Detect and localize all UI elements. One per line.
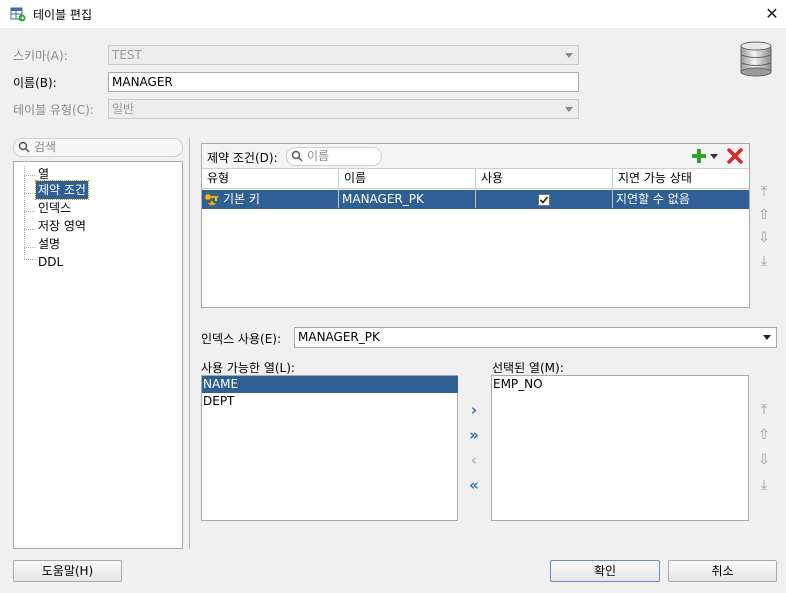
chevron-down-icon — [565, 107, 573, 112]
available-columns-label: 사용 가능한 열(L): — [201, 361, 295, 375]
chevron-down-icon — [565, 53, 573, 58]
constraints-panel: 제약 조건(D): 이름 유형 이름 사용 지연 가능 상태 기본 키 MANA… — [201, 143, 750, 308]
index-value: MANAGER_PK — [298, 330, 380, 344]
selected-columns-label: 선택된 열(M): — [492, 361, 564, 375]
move-top-icon[interactable]: ⤒ — [755, 183, 773, 201]
nav-item-constraints[interactable]: 제약 조건 — [35, 180, 89, 200]
move-down-icon[interactable]: ⇩ — [755, 451, 773, 469]
move-bottom-icon[interactable]: ⤓ — [755, 476, 773, 494]
nav-search-input[interactable]: 검색 — [13, 138, 183, 157]
col-header-name[interactable]: 이름 — [339, 169, 476, 187]
nav-tree: 열 제약 조건 인덱스 저장 영역 설명 DDL — [13, 161, 183, 549]
schema-select: TEST — [108, 45, 579, 65]
search-icon — [291, 150, 303, 162]
move-top-icon[interactable]: ⤒ — [755, 401, 773, 419]
nav-item-indexes[interactable]: 인덱스 — [36, 199, 73, 217]
constraints-label: 제약 조건(D): — [207, 151, 278, 165]
schema-value: TEST — [112, 48, 142, 62]
table-row[interactable]: 기본 키 MANAGER_PK 지연할 수 없음 — [202, 190, 749, 209]
search-icon — [18, 141, 30, 153]
col-header-enabled[interactable]: 사용 — [476, 169, 613, 187]
cell-enabled — [476, 190, 613, 208]
cell-deferrable: 지연할 수 없음 — [616, 192, 690, 206]
remove-one-button[interactable]: ‹ — [464, 451, 484, 469]
nav-item-ddl[interactable]: DDL — [36, 253, 65, 271]
window-title: 테이블 편집 — [33, 8, 93, 22]
list-item[interactable]: NAME — [202, 376, 458, 393]
index-label: 인덱스 사용(E): — [201, 332, 282, 346]
available-columns-list: NAME DEPT — [201, 375, 458, 521]
schema-label: 스키마(A): — [13, 49, 68, 63]
table-edit-icon — [10, 7, 26, 22]
chevron-down-icon — [763, 335, 771, 340]
table-type-value: 일반 — [112, 102, 135, 116]
nav-item-storage[interactable]: 저장 영역 — [36, 217, 88, 235]
constraints-table-header: 유형 이름 사용 지연 가능 상태 — [202, 169, 749, 189]
col-header-type[interactable]: 유형 — [202, 169, 339, 187]
remove-all-button[interactable]: « — [464, 476, 484, 494]
help-button[interactable]: 도움말(H) — [13, 560, 122, 582]
check-icon — [539, 196, 549, 204]
cell-name: MANAGER_PK — [339, 190, 476, 208]
selected-columns-list: EMP_NO — [491, 375, 749, 521]
move-down-icon[interactable]: ⇩ — [755, 229, 773, 247]
primary-key-icon — [204, 193, 219, 206]
move-bottom-icon[interactable]: ⤓ — [755, 252, 773, 270]
cell-type: 기본 키 — [220, 190, 339, 208]
move-up-icon[interactable]: ⇧ — [755, 206, 773, 224]
add-icon[interactable] — [691, 148, 707, 164]
table-type-select: 일반 — [108, 99, 579, 119]
add-all-button[interactable]: » — [464, 426, 484, 444]
title-bar — [0, 0, 786, 28]
splitter[interactable] — [189, 138, 190, 549]
nav-item-comment[interactable]: 설명 — [36, 235, 62, 253]
index-select[interactable]: MANAGER_PK — [294, 327, 777, 348]
cancel-button[interactable]: 취소 — [668, 560, 777, 582]
database-icon — [740, 41, 772, 77]
constraints-toolbar — [202, 144, 749, 169]
list-item[interactable]: DEPT — [202, 393, 458, 410]
table-type-label: 테이블 유형(C): — [13, 103, 94, 117]
add-one-button[interactable]: › — [464, 401, 484, 419]
delete-icon[interactable] — [727, 148, 743, 164]
ok-button[interactable]: 확인 — [550, 560, 660, 582]
enabled-checkbox[interactable] — [538, 194, 550, 206]
close-button[interactable]: ✕ — [762, 4, 782, 24]
col-header-deferrable[interactable]: 지연 가능 상태 — [613, 169, 749, 187]
move-up-icon[interactable]: ⇧ — [755, 426, 773, 444]
name-input[interactable]: MANAGER — [108, 72, 579, 92]
name-label: 이름(B): — [13, 76, 57, 90]
list-item[interactable]: EMP_NO — [492, 376, 749, 393]
chevron-down-icon[interactable] — [710, 154, 718, 160]
